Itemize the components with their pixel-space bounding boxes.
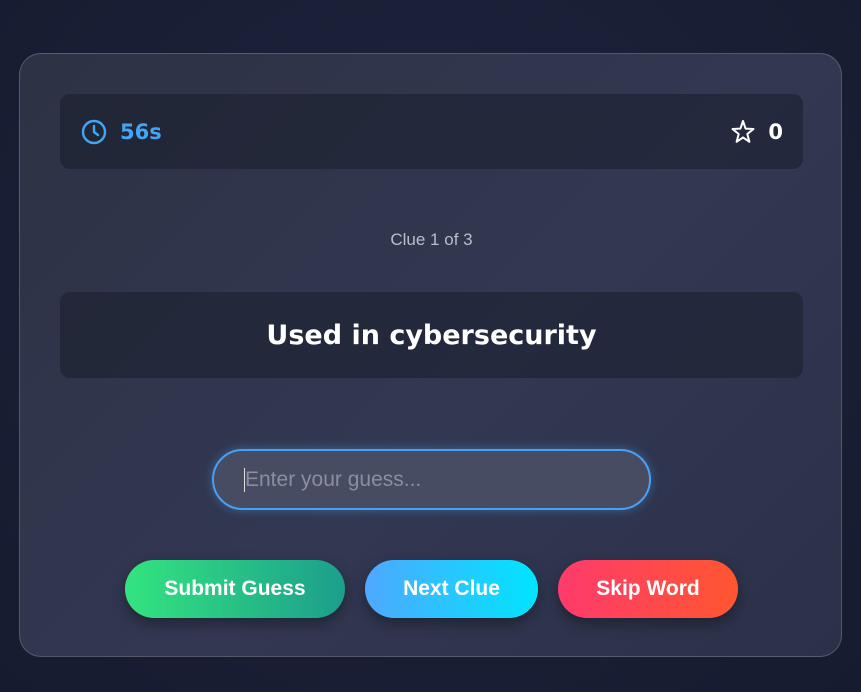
- clue-text: Used in cybersecurity: [266, 319, 597, 351]
- submit-guess-button[interactable]: Submit Guess: [125, 560, 345, 618]
- skip-word-button[interactable]: Skip Word: [558, 560, 738, 618]
- score-value: 0: [768, 119, 783, 144]
- timer-value: 56s: [120, 119, 162, 144]
- star-icon: [730, 119, 756, 145]
- game-card: 56s 0 Clue 1 of 3 Used in cybersecurity …: [19, 53, 842, 657]
- score: 0: [730, 94, 783, 169]
- stats-bar: 56s 0: [60, 94, 803, 169]
- clock-icon: [81, 119, 107, 145]
- next-clue-button[interactable]: Next Clue: [365, 560, 538, 618]
- guess-input[interactable]: [212, 449, 651, 510]
- text-cursor: [244, 468, 245, 492]
- clue-counter: Clue 1 of 3: [390, 230, 473, 249]
- timer: 56s: [81, 94, 162, 169]
- clue-box: Used in cybersecurity: [60, 292, 803, 378]
